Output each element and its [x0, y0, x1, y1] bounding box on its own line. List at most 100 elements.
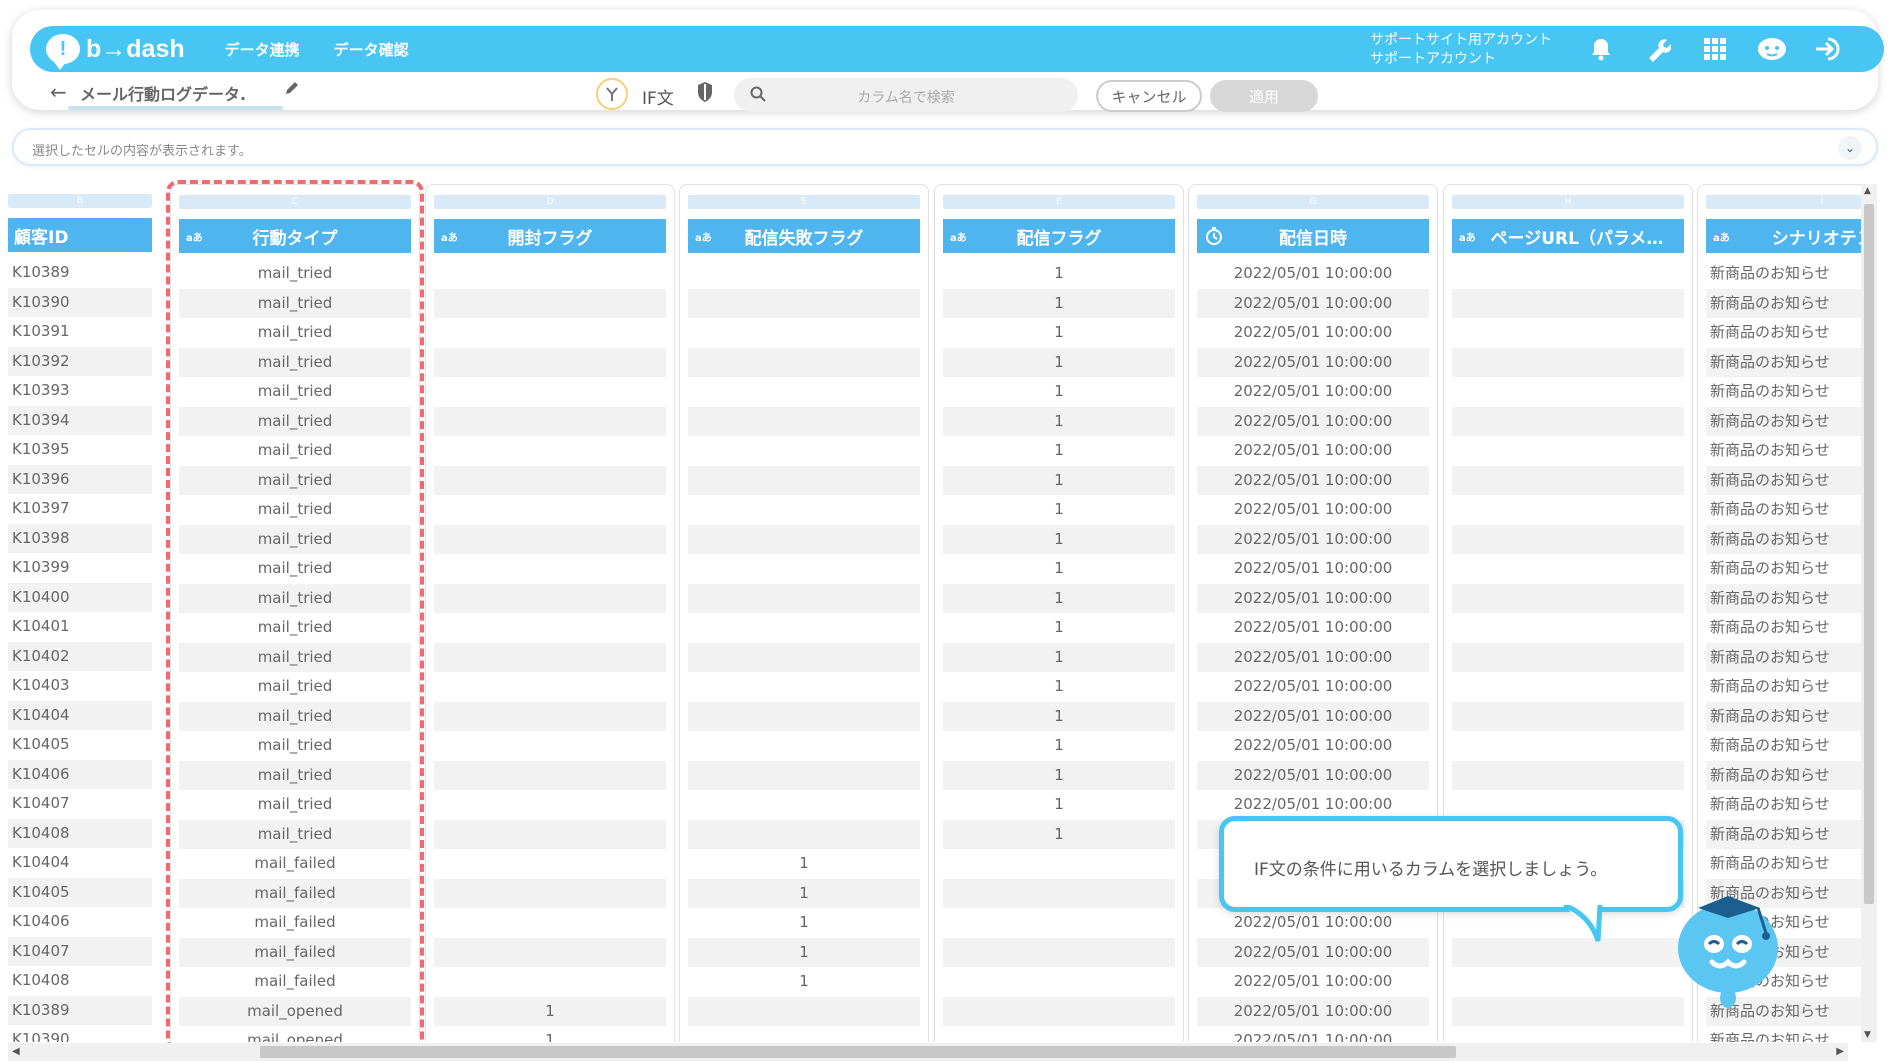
- table-cell[interactable]: 1: [943, 436, 1175, 466]
- table-cell[interactable]: [434, 465, 666, 495]
- table-cell[interactable]: [688, 436, 920, 466]
- table-cell[interactable]: 2022/05/01 10:00:00: [1197, 672, 1429, 702]
- table-cell[interactable]: [434, 672, 666, 702]
- table-cell[interactable]: [1452, 436, 1684, 466]
- table-cell[interactable]: [943, 996, 1175, 1026]
- table-cell[interactable]: 2022/05/01 10:00:00: [1197, 259, 1429, 289]
- table-cell[interactable]: 2022/05/01 10:00:00: [1197, 996, 1429, 1026]
- table-cell[interactable]: 1: [943, 524, 1175, 554]
- table-cell[interactable]: 2022/05/01 10:00:00: [1197, 908, 1429, 938]
- horizontal-scrollbar[interactable]: ◀ ▶: [8, 1043, 1848, 1061]
- table-cell[interactable]: 2022/05/01 10:00:00: [1197, 377, 1429, 407]
- column-letter[interactable]: D: [434, 195, 666, 209]
- table-cell[interactable]: 1: [943, 731, 1175, 761]
- table-cell[interactable]: 1: [943, 819, 1175, 849]
- table-cell[interactable]: 1: [943, 790, 1175, 820]
- table-cell[interactable]: K10394: [8, 405, 152, 435]
- table-cell[interactable]: [688, 642, 920, 672]
- table-cell[interactable]: 新商品のお知らせ: [1706, 1026, 1868, 1042]
- table-cell[interactable]: [688, 583, 920, 613]
- table-cell[interactable]: [434, 288, 666, 318]
- table-cell[interactable]: K10390: [8, 1025, 152, 1042]
- account-info[interactable]: サポートサイト用アカウント サポートアカウント: [1370, 31, 1552, 69]
- table-cell[interactable]: 1: [943, 701, 1175, 731]
- table-cell[interactable]: 2022/05/01 10:00:00: [1197, 613, 1429, 643]
- cancel-button[interactable]: キャンセル: [1096, 80, 1202, 112]
- table-cell[interactable]: [1452, 377, 1684, 407]
- table-cell[interactable]: [434, 849, 666, 879]
- table-cell[interactable]: 2022/05/01 10:00:00: [1197, 583, 1429, 613]
- scroll-right-icon[interactable]: ▶: [1836, 1046, 1844, 1057]
- logout-icon[interactable]: [1814, 34, 1844, 64]
- table-cell[interactable]: 1: [688, 878, 920, 908]
- vertical-scrollbar[interactable]: ▲ ▼: [1861, 184, 1877, 1042]
- table-cell[interactable]: 2022/05/01 10:00:00: [1197, 731, 1429, 761]
- table-cell[interactable]: 新商品のお知らせ: [1706, 760, 1868, 790]
- table-cell[interactable]: K10396: [8, 464, 152, 494]
- table-cell[interactable]: 2022/05/01 10:00:00: [1197, 642, 1429, 672]
- table-cell[interactable]: K10400: [8, 582, 152, 612]
- table-cell[interactable]: [688, 465, 920, 495]
- table-cell[interactable]: [943, 908, 1175, 938]
- table-cell[interactable]: [688, 406, 920, 436]
- table-cell[interactable]: 2022/05/01 10:00:00: [1197, 524, 1429, 554]
- table-cell[interactable]: [943, 967, 1175, 997]
- horizontal-scroll-thumb[interactable]: [260, 1046, 1456, 1058]
- table-cell[interactable]: 1: [943, 642, 1175, 672]
- nav-data-check[interactable]: データ確認: [334, 39, 409, 60]
- arrow-left-icon[interactable]: ←: [50, 80, 67, 104]
- table-cell[interactable]: [688, 701, 920, 731]
- table-cell[interactable]: [434, 259, 666, 289]
- table-cell[interactable]: K10399: [8, 553, 152, 583]
- table-cell[interactable]: [1452, 318, 1684, 348]
- table-cell[interactable]: [434, 347, 666, 377]
- table-cell[interactable]: [1452, 524, 1684, 554]
- table-cell[interactable]: K10395: [8, 435, 152, 465]
- table-cell[interactable]: 新商品のお知らせ: [1706, 436, 1868, 466]
- table-cell[interactable]: [434, 701, 666, 731]
- table-cell[interactable]: K10402: [8, 641, 152, 671]
- scroll-down-icon[interactable]: ▼: [1864, 1030, 1871, 1040]
- table-cell[interactable]: [1452, 554, 1684, 584]
- table-cell[interactable]: K10407: [8, 936, 152, 966]
- table-cell[interactable]: 新商品のお知らせ: [1706, 849, 1868, 879]
- grid-icon[interactable]: [1700, 34, 1730, 64]
- table-cell[interactable]: 新商品のお知らせ: [1706, 672, 1868, 702]
- table-cell[interactable]: 1: [688, 937, 920, 967]
- column-letter[interactable]: B: [8, 194, 152, 208]
- table-cell[interactable]: [434, 642, 666, 672]
- table-cell[interactable]: [1452, 701, 1684, 731]
- table-cell[interactable]: [1452, 495, 1684, 525]
- table-cell[interactable]: K10407: [8, 789, 152, 819]
- table-cell[interactable]: 2022/05/01 10:00:00: [1197, 406, 1429, 436]
- column-header[interactable]: 配信日時: [1197, 219, 1429, 253]
- column-header[interactable]: aあ 配信失敗フラグ: [688, 219, 920, 253]
- table-cell[interactable]: 1: [943, 288, 1175, 318]
- table-cell[interactable]: 新商品のお知らせ: [1706, 495, 1868, 525]
- table-cell[interactable]: [434, 318, 666, 348]
- column-letter[interactable]: F: [943, 195, 1175, 209]
- brand-logo[interactable]: ! b→dash: [46, 34, 185, 70]
- table-cell[interactable]: 2022/05/01 10:00:00: [1197, 288, 1429, 318]
- table-cell[interactable]: K10408: [8, 966, 152, 996]
- table-cell[interactable]: [1452, 259, 1684, 289]
- table-cell[interactable]: 1: [943, 613, 1175, 643]
- table-cell[interactable]: [1452, 347, 1684, 377]
- table-cell[interactable]: 1: [943, 347, 1175, 377]
- table-cell[interactable]: [688, 259, 920, 289]
- table-cell[interactable]: 新商品のお知らせ: [1706, 701, 1868, 731]
- table-cell[interactable]: 新商品のお知らせ: [1706, 318, 1868, 348]
- table-cell[interactable]: [688, 672, 920, 702]
- mascot-icon[interactable]: [1757, 34, 1787, 64]
- table-cell[interactable]: 新商品のお知らせ: [1706, 554, 1868, 584]
- table-cell[interactable]: 1: [943, 672, 1175, 702]
- table-cell[interactable]: [434, 760, 666, 790]
- table-cell[interactable]: 1: [688, 908, 920, 938]
- table-cell[interactable]: 2022/05/01 10:00:00: [1197, 465, 1429, 495]
- table-cell[interactable]: 1: [943, 554, 1175, 584]
- column-letter[interactable]: G: [1197, 195, 1429, 209]
- table-cell[interactable]: [688, 731, 920, 761]
- column-header[interactable]: aあ ページURL（パラメ…: [1452, 219, 1684, 253]
- column-letter[interactable]: E: [688, 195, 920, 209]
- table-cell[interactable]: 1: [943, 259, 1175, 289]
